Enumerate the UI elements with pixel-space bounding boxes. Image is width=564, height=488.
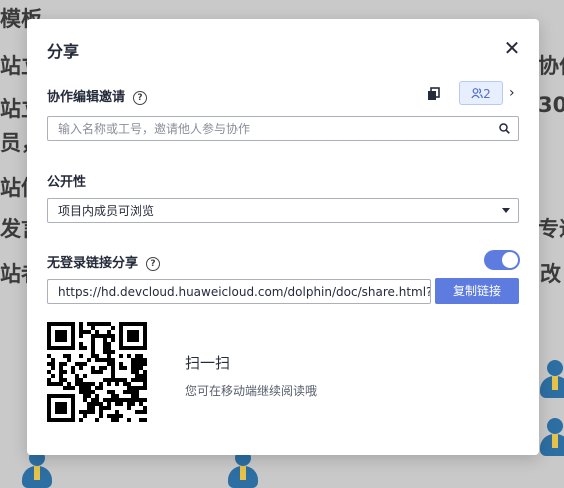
collab-label-row: 协作编辑邀请?	[47, 86, 148, 105]
member-count: 2	[483, 87, 491, 101]
bg-fragment: 专递	[538, 217, 564, 241]
close-icon[interactable]: ✕	[501, 37, 523, 59]
link-share-toggle[interactable]	[484, 250, 520, 270]
visibility-select[interactable]: 项目内成员可浏览	[47, 198, 519, 223]
share-dialog: 分享 ✕ 协作编辑邀请? 2 › 输入名称或工号，邀请他人参与协作 公开性 项目…	[27, 19, 539, 455]
visibility-label: 公开性	[47, 175, 87, 190]
invite-search-placeholder: 输入名称或工号，邀请他人参与协作	[58, 122, 251, 136]
caret-down-icon	[502, 208, 510, 213]
question-circle-icon[interactable]: ?	[133, 91, 148, 105]
dialog-title: 分享	[47, 42, 80, 61]
chevron-right-icon[interactable]: ›	[509, 85, 515, 101]
search-icon[interactable]	[499, 123, 510, 134]
share-link-field[interactable]: https://hd.devcloud.huaweicloud.com/dolp…	[47, 279, 431, 304]
question-circle-icon[interactable]: ?	[146, 257, 161, 271]
person-figure-icon	[538, 418, 564, 456]
share-link-url: https://hd.devcloud.huaweicloud.com/dolp…	[58, 285, 430, 299]
invite-search-input[interactable]: 输入名称或工号，邀请他人参与协作	[47, 116, 519, 141]
visibility-value: 项目内成员可浏览	[58, 204, 155, 218]
link-share-label: 无登录链接分享	[47, 256, 139, 271]
toggle-knob	[502, 252, 518, 268]
bg-fragment: 30m	[538, 93, 564, 117]
person-figure-icon	[538, 360, 564, 398]
copy-icon[interactable]	[427, 87, 441, 101]
qr-description: 您可在移动端继续阅读哦	[185, 384, 318, 398]
qr-code	[47, 322, 147, 422]
users-icon	[471, 88, 483, 99]
copy-link-button[interactable]: 复制链接	[435, 278, 519, 304]
qr-title: 扫一扫	[185, 354, 231, 372]
members-button[interactable]: 2	[459, 81, 503, 105]
bg-fragment: 改	[540, 262, 561, 286]
link-share-label-row: 无登录链接分享?	[47, 252, 161, 271]
person-figure-icon	[20, 450, 54, 488]
collab-label: 协作编辑邀请	[47, 90, 126, 105]
person-figure-icon	[226, 450, 260, 488]
bg-fragment: 协作	[538, 54, 564, 78]
